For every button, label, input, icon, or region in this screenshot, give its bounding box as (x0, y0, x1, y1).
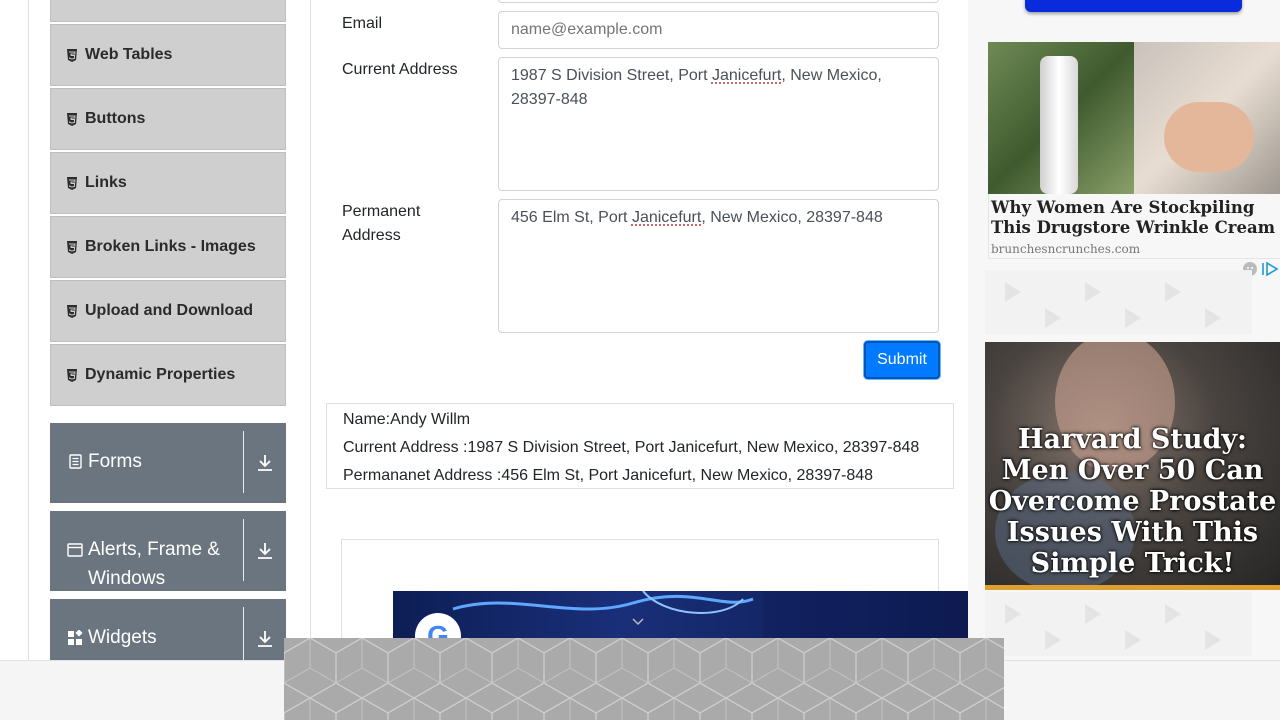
html5-icon (65, 368, 78, 382)
sidebar-item-web-tables[interactable]: Web Tables (50, 24, 286, 86)
sidebar-item-upload-download[interactable]: Upload and Download (50, 280, 286, 342)
sidebar-group-alerts[interactable]: Alerts, Frame & Windows (50, 511, 286, 591)
output-name: Name:Andy Willm (343, 411, 471, 428)
ad-image-right (1134, 42, 1280, 194)
submit-button[interactable]: Submit (864, 341, 940, 379)
sidebar-item-dynamic-properties[interactable]: Dynamic Properties (50, 344, 286, 406)
ad-image-left (988, 42, 1134, 194)
sidebar-item-label: Broken Links - Images (85, 238, 256, 255)
label-line: Address (342, 227, 401, 244)
html5-icon (65, 240, 78, 254)
group-label: Forms (88, 451, 142, 472)
ad-headline[interactable]: Why Women Are Stockpiling This Drugstore… (991, 198, 1276, 238)
html5-icon (65, 112, 78, 126)
ad-pattern-background (985, 270, 1252, 334)
sidebar-item-label: Links (85, 174, 127, 191)
ad-source: brunchesncrunches.com (991, 242, 1141, 256)
output-permanent-address: Permananet Address :456 Elm St, Port Jan… (343, 467, 874, 484)
label-line: Permanent (342, 203, 421, 220)
html5-icon (65, 48, 78, 62)
group-label: Widgets (88, 627, 157, 648)
current-address-label: Current Address (342, 61, 458, 78)
group-label-wrap: Alerts, Frame & Windows (50, 511, 243, 593)
content-border (310, 0, 311, 660)
group-label: Alerts, Frame & Windows (88, 539, 220, 589)
text-segment: 1987 S Division Street, Port (511, 67, 712, 84)
window-icon (66, 541, 84, 559)
sidebar-item-label: Web Tables (85, 46, 173, 63)
text-segment: 456 Elm St, Port (511, 209, 632, 226)
ad-banner-prostate[interactable]: Harvard Study: Men Over 50 Can Overcome … (985, 342, 1280, 590)
bottom-ad-banner[interactable] (284, 638, 1004, 720)
permanent-address-textarea[interactable]: 456 Elm St, Port Janicefurt, New Mexico,… (498, 199, 939, 333)
email-label: Email (342, 15, 383, 32)
spellcheck-word: Janicefurt (711, 67, 782, 84)
ad-cta-button[interactable] (1025, 0, 1242, 12)
email-field[interactable] (498, 11, 939, 49)
current-address-textarea[interactable]: 1987 S Division Street, Port Janicefurt,… (498, 57, 939, 191)
hex-pattern (284, 638, 1004, 720)
ad-headline: Harvard Study: Men Over 50 Can Overcome … (988, 424, 1277, 579)
ad-image[interactable] (988, 42, 1280, 194)
sidebar-item-label: Upload and Download (85, 302, 253, 319)
sidebar-item-buttons[interactable]: Buttons (50, 88, 286, 150)
sidebar-item-label: Buttons (85, 110, 146, 127)
ad-pattern-background (985, 592, 1252, 656)
html5-icon (65, 304, 78, 318)
output-current-address: Current Address :1987 S Division Street,… (343, 439, 920, 456)
html5-icon (65, 176, 78, 190)
group-label-wrap: Widgets (50, 599, 243, 652)
widgets-icon (66, 629, 84, 647)
form-icon (66, 453, 84, 471)
sidebar-item-broken-links[interactable]: Broken Links - Images (50, 216, 286, 278)
sidebar-item-partial[interactable] (50, 0, 286, 22)
name-field-partial[interactable] (498, 0, 939, 3)
group-label-wrap: Forms (50, 423, 243, 476)
output-box: Name:Andy Willm Current Address :1987 S … (326, 403, 954, 489)
spellcheck-word: Janicefurt (631, 209, 702, 226)
sidebar-group-forms[interactable]: Forms (50, 423, 286, 503)
sidebar-item-label: Dynamic Properties (85, 366, 236, 383)
download-icon[interactable] (244, 423, 286, 503)
page: Web Tables Buttons Links Broken Links - … (0, 0, 1280, 720)
download-icon[interactable] (244, 511, 286, 591)
text-segment: , New Mexico, 28397-848 (701, 209, 883, 226)
permanent-address-label: Permanent Address (342, 200, 420, 248)
sidebar-item-links[interactable]: Links (50, 152, 286, 214)
sidebar-border (28, 0, 29, 660)
